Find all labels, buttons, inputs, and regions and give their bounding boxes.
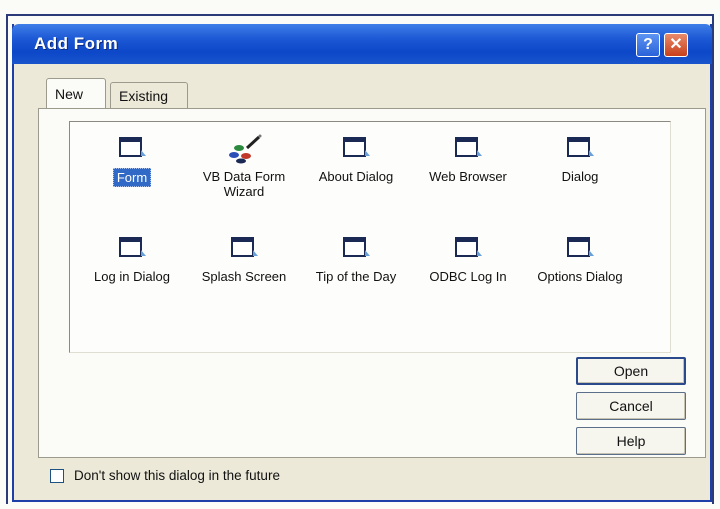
- help-button[interactable]: Help: [576, 427, 686, 455]
- tab-new[interactable]: New: [46, 78, 106, 108]
- form-icon: [341, 134, 371, 162]
- open-button[interactable]: Open: [576, 357, 686, 385]
- form-icon: [229, 234, 259, 262]
- template-item[interactable]: ODBC Log In: [412, 234, 524, 285]
- template-item[interactable]: Options Dialog: [524, 234, 636, 285]
- form-icon: [341, 234, 371, 262]
- template-item-label: ODBC Log In: [429, 269, 507, 284]
- wizard-icon: [229, 134, 262, 164]
- page-border-left: [6, 14, 8, 504]
- template-item[interactable]: About Dialog: [300, 134, 412, 185]
- title-bar[interactable]: Add Form ? ✕: [12, 24, 712, 64]
- template-item[interactable]: Dialog: [524, 134, 636, 185]
- template-item[interactable]: Splash Screen: [188, 234, 300, 285]
- form-icon: [565, 234, 595, 262]
- template-item[interactable]: Form: [76, 134, 188, 187]
- cancel-button[interactable]: Cancel: [576, 392, 686, 420]
- template-item-label: Options Dialog: [537, 269, 623, 284]
- template-item[interactable]: Web Browser: [412, 134, 524, 185]
- form-icon: [565, 134, 595, 162]
- close-button[interactable]: ✕: [664, 33, 688, 57]
- template-item-label: Web Browser: [429, 169, 507, 184]
- template-item[interactable]: VB Data Form Wizard: [188, 134, 300, 200]
- close-icon: ✕: [669, 36, 683, 53]
- dont-show-again-label: Don't show this dialog in the future: [74, 468, 280, 483]
- page-border-top: [6, 14, 714, 16]
- template-item[interactable]: Log in Dialog: [76, 234, 188, 285]
- help-title-button[interactable]: ?: [636, 33, 660, 57]
- dialog-title: Add Form: [34, 34, 119, 53]
- form-icon: [117, 134, 147, 162]
- dont-show-again-checkbox[interactable]: [50, 469, 64, 483]
- template-item-label: Tip of the Day: [315, 269, 397, 284]
- template-item-label: About Dialog: [318, 169, 394, 184]
- add-form-dialog: Add Form ? ✕ New Existing Form VB Data Fo…: [12, 24, 712, 502]
- form-icon: [453, 234, 483, 262]
- tab-panel-new: Form VB Data Form Wizard About Dialog Web B…: [38, 108, 706, 458]
- template-item[interactable]: Tip of the Day: [300, 234, 412, 285]
- template-item-label: Form: [112, 168, 152, 187]
- template-item-label: VB Data Form Wizard: [202, 169, 286, 199]
- template-item-label: Splash Screen: [201, 269, 287, 284]
- form-icon: [453, 134, 483, 162]
- template-item-label: Dialog: [561, 169, 599, 184]
- form-template-list[interactable]: Form VB Data Form Wizard About Dialog Web B…: [69, 121, 671, 353]
- tab-existing[interactable]: Existing: [110, 82, 188, 108]
- question-icon: ?: [643, 36, 653, 53]
- form-icon: [117, 234, 147, 262]
- page-border-right: [712, 14, 714, 504]
- template-item-label: Log in Dialog: [94, 269, 170, 284]
